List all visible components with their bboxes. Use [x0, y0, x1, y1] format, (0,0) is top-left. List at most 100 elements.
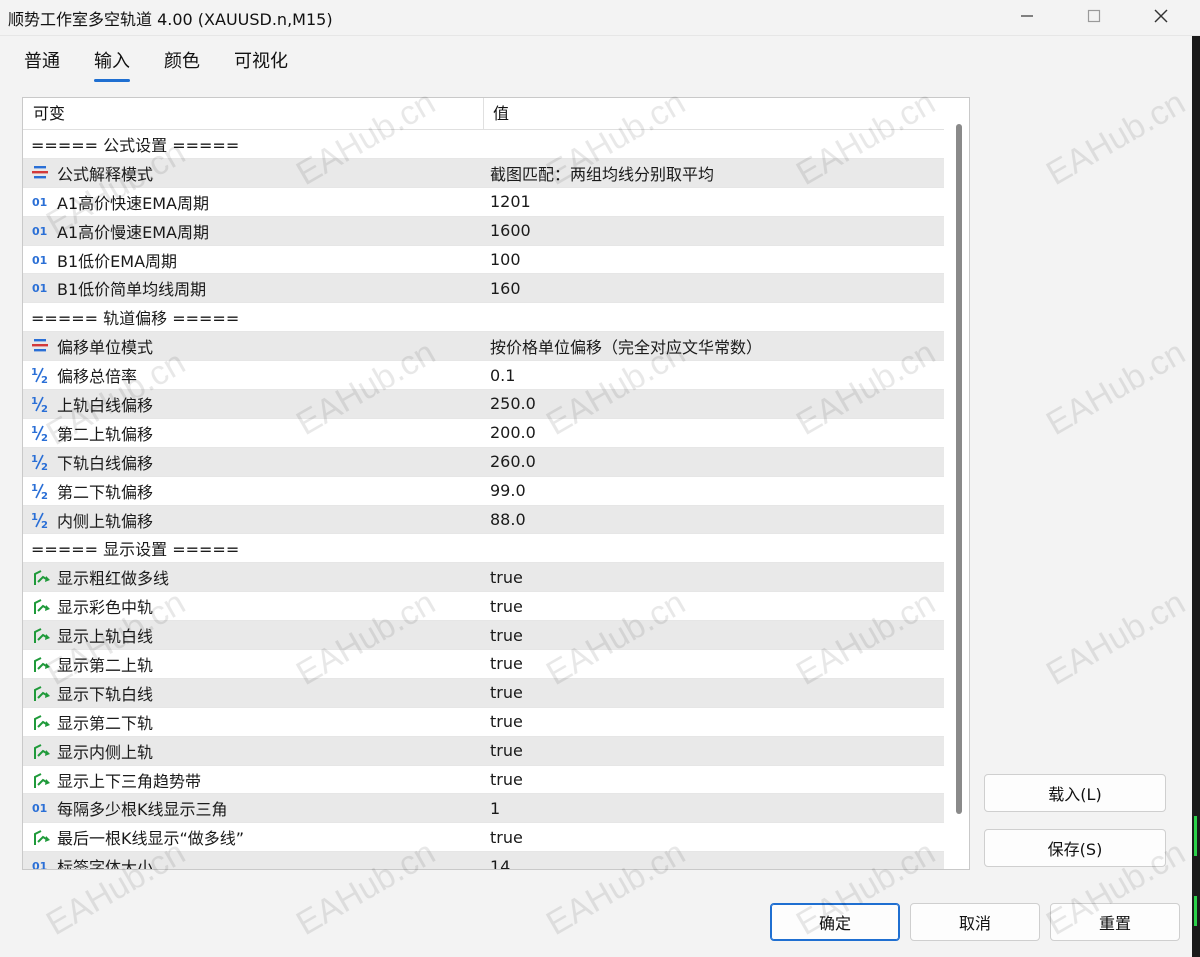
parameter-value-cell[interactable]: true — [484, 766, 944, 794]
parameter-name-cell[interactable]: ===== 公式设置 ===== — [23, 130, 483, 158]
parameter-value-cell[interactable]: 按价格单位偏移（完全对应文华常数） — [484, 332, 944, 360]
table-row[interactable]: 01 每隔多少根K线显示三角 1 — [23, 794, 944, 824]
parameter-name-cell[interactable]: 显示彩色中轨 — [23, 592, 483, 620]
parameter-name-cell[interactable]: 显示第二上轨 — [23, 650, 483, 678]
table-row[interactable]: 显示第二上轨 true — [23, 650, 944, 679]
parameter-value-cell[interactable]: true — [484, 563, 944, 591]
vertical-scrollbar[interactable] — [949, 98, 969, 869]
parameter-name-cell[interactable]: 1 2 内侧上轨偏移 — [23, 506, 483, 534]
parameter-value-cell[interactable]: 100 — [484, 246, 944, 274]
parameter-value-cell[interactable] — [484, 534, 944, 562]
parameter-value-cell[interactable]: true — [484, 823, 944, 851]
parameter-name-cell[interactable]: 1 2 下轨白线偏移 — [23, 448, 483, 476]
table-row[interactable]: 01 B1低价EMA周期 100 — [23, 245, 944, 275]
parameter-value-cell[interactable]: 1 — [484, 794, 944, 822]
table-row[interactable]: 01 B1低价简单均线周期 160 — [23, 274, 944, 304]
parameter-name-cell[interactable]: 01 B1低价EMA周期 — [23, 246, 483, 274]
parameter-value-cell[interactable]: 99.0 — [484, 477, 944, 505]
parameter-name-cell[interactable]: 01 A1高价快速EMA周期 — [23, 188, 483, 216]
parameter-value-cell[interactable]: true — [484, 621, 944, 649]
parameter-name-cell[interactable]: 1 2 偏移总倍率 — [23, 361, 483, 389]
parameter-value-cell[interactable]: 1201 — [484, 188, 944, 216]
parameter-value-cell[interactable] — [484, 303, 944, 331]
parameter-value: true — [490, 827, 523, 847]
save-button[interactable]: 保存(S) — [984, 829, 1166, 867]
ok-button[interactable]: 确定 — [770, 903, 900, 941]
table-row[interactable]: 1 2 上轨白线偏移 250.0 — [23, 390, 944, 419]
scrollbar-thumb[interactable] — [956, 124, 962, 814]
parameter-name-cell[interactable]: 偏移单位模式 — [23, 332, 483, 360]
table-row[interactable]: 显示彩色中轨 true — [23, 592, 944, 622]
parameter-value-cell[interactable]: true — [484, 679, 944, 707]
table-row[interactable]: 1 2 第二下轨偏移 99.0 — [23, 476, 944, 506]
cancel-button[interactable]: 取消 — [910, 903, 1040, 941]
parameter-value-cell[interactable]: 88.0 — [484, 506, 944, 534]
minimize-button[interactable] — [1004, 0, 1050, 32]
parameter-name-cell[interactable]: 1 2 第二上轨偏移 — [23, 419, 483, 447]
table-row[interactable]: 显示上轨白线 true — [23, 621, 944, 651]
table-row[interactable]: 显示第二下轨 true — [23, 707, 944, 737]
table-row[interactable]: 公式解释模式 截图匹配：两组均线分别取平均 — [23, 158, 944, 188]
column-header-variable[interactable]: 可变 — [23, 98, 65, 130]
parameter-value-cell[interactable]: 260.0 — [484, 448, 944, 476]
parameter-value: 1600 — [490, 221, 531, 241]
table-row[interactable]: 1 2 偏移总倍率 0.1 — [23, 361, 944, 391]
parameter-name-cell[interactable]: 显示下轨白线 — [23, 679, 483, 707]
parameter-value-cell[interactable]: 1600 — [484, 217, 944, 245]
parameter-value-cell[interactable]: 160 — [484, 274, 944, 302]
parameter-name-cell[interactable]: 显示上轨白线 — [23, 621, 483, 649]
parameter-name-cell[interactable]: 01 标签字体大小 — [23, 852, 483, 869]
table-row[interactable]: 1 2 内侧上轨偏移 88.0 — [23, 505, 944, 535]
parameter-name-cell[interactable]: 显示粗红做多线 — [23, 563, 483, 591]
parameter-value-cell[interactable]: 250.0 — [484, 390, 944, 418]
table-row[interactable]: 01 标签字体大小 14 — [23, 852, 944, 869]
parameter-value-cell[interactable] — [484, 130, 944, 158]
tab-general[interactable]: 普通 — [24, 50, 60, 82]
table-row[interactable]: ===== 轨道偏移 ===== — [23, 303, 944, 333]
tab-colors[interactable]: 颜色 — [164, 50, 200, 82]
parameter-name-cell[interactable]: ===== 轨道偏移 ===== — [23, 303, 483, 331]
parameter-name-cell[interactable]: 显示上下三角趋势带 — [23, 766, 483, 794]
parameter-name-cell[interactable]: 显示第二下轨 — [23, 708, 483, 736]
table-row[interactable]: 1 2 第二上轨偏移 200.0 — [23, 418, 944, 448]
column-header-value[interactable]: 值 — [483, 98, 509, 130]
parameter-name-cell[interactable]: 最后一根K线显示“做多线” — [23, 823, 483, 851]
table-row[interactable]: ===== 公式设置 ===== — [23, 130, 944, 159]
table-row[interactable]: ===== 显示设置 ===== — [23, 534, 944, 564]
parameter-name-cell[interactable]: 01 B1低价简单均线周期 — [23, 274, 483, 302]
maximize-icon — [1087, 9, 1101, 23]
parameter-name-cell[interactable]: ===== 显示设置 ===== — [23, 534, 483, 562]
parameter-name-cell[interactable]: 1 2 第二下轨偏移 — [23, 477, 483, 505]
parameter-value-cell[interactable]: 截图匹配：两组均线分别取平均 — [484, 159, 944, 187]
parameter-name-cell[interactable]: 公式解释模式 — [23, 159, 483, 187]
table-row[interactable]: 1 2 下轨白线偏移 260.0 — [23, 447, 944, 477]
maximize-button[interactable] — [1071, 0, 1117, 32]
table-row[interactable]: 最后一根K线显示“做多线” true — [23, 823, 944, 853]
parameter-name-cell[interactable]: 显示内侧上轨 — [23, 737, 483, 765]
table-row[interactable]: 01 A1高价快速EMA周期 1201 — [23, 187, 944, 217]
load-button[interactable]: 载入(L) — [984, 774, 1166, 812]
parameter-value-cell[interactable]: 200.0 — [484, 419, 944, 447]
parameter-name-cell[interactable]: 01 A1高价慢速EMA周期 — [23, 217, 483, 245]
parameters-list[interactable]: 可变 值 ===== 公式设置 ===== 公式解释模式 截图匹配：两组均线分别取平… — [22, 97, 970, 870]
table-row[interactable]: 显示上下三角趋势带 true — [23, 765, 944, 795]
parameter-value-cell[interactable]: 14 — [484, 852, 944, 869]
parameter-name-cell[interactable]: 01 每隔多少根K线显示三角 — [23, 794, 483, 822]
table-row[interactable]: 显示内侧上轨 true — [23, 736, 944, 766]
table-row[interactable]: 显示粗红做多线 true — [23, 563, 944, 593]
parameter-value-cell[interactable]: true — [484, 650, 944, 678]
parameter-value-cell[interactable]: 0.1 — [484, 361, 944, 389]
table-row[interactable]: 显示下轨白线 true — [23, 678, 944, 708]
table-row[interactable]: 01 A1高价慢速EMA周期 1600 — [23, 216, 944, 246]
parameter-name-cell[interactable]: 1 2 上轨白线偏移 — [23, 390, 483, 418]
tab-visualization[interactable]: 可视化 — [234, 50, 288, 82]
parameter-value-cell[interactable]: true — [484, 708, 944, 736]
table-row[interactable]: 偏移单位模式 按价格单位偏移（完全对应文华常数） — [23, 332, 944, 362]
tab-inputs[interactable]: 输入 — [94, 50, 130, 82]
svg-text:2: 2 — [41, 404, 48, 413]
close-icon — [1154, 9, 1168, 23]
parameter-value-cell[interactable]: true — [484, 592, 944, 620]
reset-button[interactable]: 重置 — [1050, 903, 1180, 941]
close-button[interactable] — [1138, 0, 1184, 32]
parameter-value-cell[interactable]: true — [484, 737, 944, 765]
